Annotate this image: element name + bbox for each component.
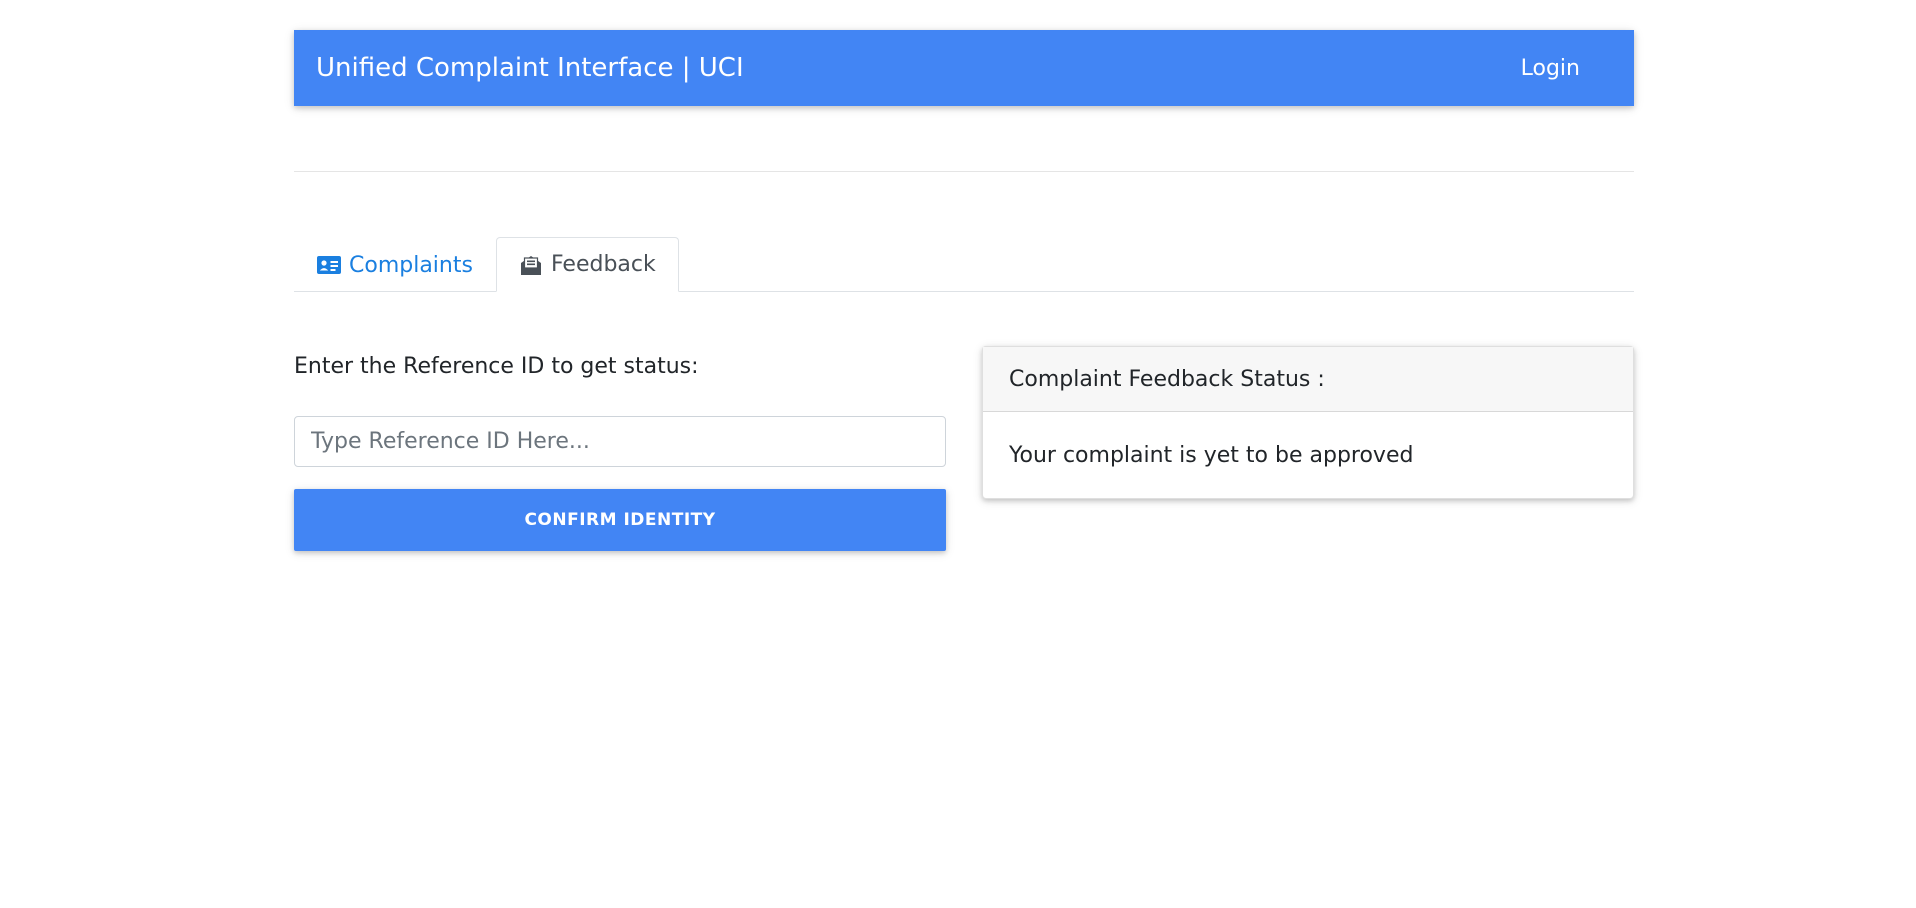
id-card-icon bbox=[317, 253, 341, 277]
status-card-header: Complaint Feedback Status : bbox=[983, 347, 1633, 412]
tab-complaints[interactable]: Complaints bbox=[294, 237, 496, 292]
divider bbox=[294, 171, 1634, 172]
tab-feedback[interactable]: Feedback bbox=[495, 237, 679, 292]
main-container: Unified Complaint Interface | UCI Login … bbox=[294, 30, 1634, 551]
navbar: Unified Complaint Interface | UCI Login bbox=[294, 30, 1634, 106]
status-card: Complaint Feedback Status : Your complai… bbox=[982, 346, 1634, 499]
reference-id-label: Enter the Reference ID to get status: bbox=[294, 354, 699, 379]
reference-id-input[interactable] bbox=[294, 416, 946, 467]
tab-complaints-label: Complaints bbox=[349, 252, 473, 278]
confirm-identity-button[interactable]: CONFIRM IDENTITY bbox=[294, 489, 946, 551]
reference-form: Enter the Reference ID to get status: CO… bbox=[294, 356, 946, 551]
tab-bar: Complaints Feedback bbox=[294, 237, 1634, 292]
tab-content: Enter the Reference ID to get status: CO… bbox=[294, 346, 1634, 551]
login-link[interactable]: Login bbox=[1521, 56, 1580, 81]
status-message: Your complaint is yet to be approved bbox=[1009, 442, 1414, 468]
brand-link[interactable]: Unified Complaint Interface | UCI bbox=[316, 53, 744, 83]
status-column: Complaint Feedback Status : Your complai… bbox=[982, 346, 1634, 551]
tab-feedback-label: Feedback bbox=[550, 252, 656, 277]
envelope-open-text-icon bbox=[519, 253, 543, 277]
